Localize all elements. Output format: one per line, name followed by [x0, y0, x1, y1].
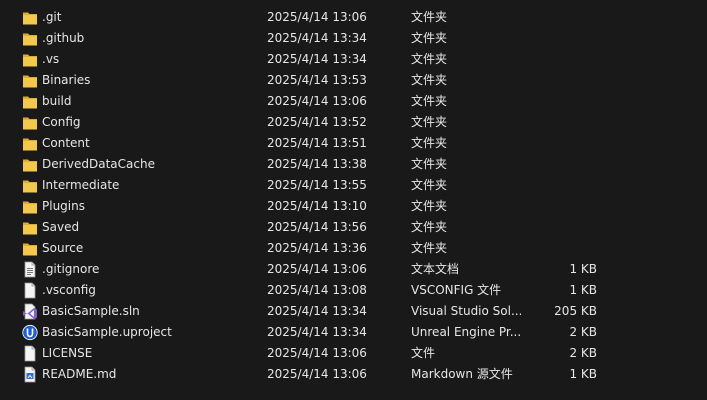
- file-list: .git 2025/4/14 13:06 文件夹 .github 2025/4/14 1…: [0, 7, 707, 385]
- file-type: 文本文档: [411, 262, 460, 276]
- text-file-icon: [22, 261, 38, 278]
- file-size: 2 KB: [569, 325, 597, 339]
- file-name: LICENSE: [42, 346, 93, 360]
- file-row[interactable]: Config 2025/4/14 13:52 文件夹: [0, 112, 707, 133]
- file-size: 205 KB: [554, 304, 597, 318]
- file-type: 文件夹: [411, 115, 448, 129]
- folder-icon: [22, 114, 38, 131]
- file-name: Source: [42, 241, 84, 255]
- file-name: .vsconfig: [42, 283, 96, 297]
- file-modified-date: 2025/4/14 13:08: [267, 283, 367, 297]
- file-row[interactable]: Plugins 2025/4/14 13:10 文件夹: [0, 196, 707, 217]
- file-type: 文件夹: [411, 10, 448, 24]
- file-row[interactable]: LICENSE 2025/4/14 13:06 文件 2 KB: [0, 343, 707, 364]
- folder-icon: [22, 198, 38, 215]
- file-name: .git: [42, 10, 62, 24]
- file-type: 文件夹: [411, 52, 448, 66]
- file-modified-date: 2025/4/14 13:06: [267, 346, 367, 360]
- folder-icon: [22, 51, 38, 68]
- file-type: 文件夹: [411, 157, 448, 171]
- file-modified-date: 2025/4/14 13:06: [267, 10, 367, 24]
- file-modified-date: 2025/4/14 13:51: [267, 136, 367, 150]
- file-type: Unreal Engine Pr...: [411, 325, 521, 339]
- file-modified-date: 2025/4/14 13:38: [267, 157, 367, 171]
- file-size: 1 KB: [569, 283, 597, 297]
- file-size: 1 KB: [569, 367, 597, 381]
- file-name: .vs: [42, 52, 60, 66]
- file-modified-date: 2025/4/14 13:56: [267, 220, 367, 234]
- file-modified-date: 2025/4/14 13:06: [267, 262, 367, 276]
- file-modified-date: 2025/4/14 13:36: [267, 241, 367, 255]
- file-type: 文件夹: [411, 178, 448, 192]
- file-row[interactable]: BasicSample.uproject 2025/4/14 13:34 Unrea…: [0, 322, 707, 343]
- file-modified-date: 2025/4/14 13:10: [267, 199, 367, 213]
- file-row[interactable]: Intermediate 2025/4/14 13:55 文件夹: [0, 175, 707, 196]
- file-row[interactable]: .git 2025/4/14 13:06 文件夹: [0, 7, 707, 28]
- file-name: BasicSample.sln: [42, 304, 140, 318]
- visual-studio-solution-icon: [22, 303, 38, 320]
- file-type: 文件夹: [411, 94, 448, 108]
- file-name: README.md: [42, 367, 117, 381]
- file-type: Markdown 源文件: [411, 367, 513, 381]
- file-name: Binaries: [42, 73, 91, 87]
- file-modified-date: 2025/4/14 13:53: [267, 73, 367, 87]
- file-row[interactable]: .gitignore 2025/4/14 13:06 文本文档 1 KB: [0, 259, 707, 280]
- file-name: .github: [42, 31, 85, 45]
- file-type: 文件夹: [411, 199, 448, 213]
- generic-file-icon: [22, 282, 38, 299]
- file-modified-date: 2025/4/14 13:52: [267, 115, 367, 129]
- folder-icon: [22, 219, 38, 236]
- unreal-project-icon: [22, 324, 38, 341]
- file-row[interactable]: DerivedDataCache 2025/4/14 13:38 文件夹: [0, 154, 707, 175]
- file-modified-date: 2025/4/14 13:34: [267, 31, 367, 45]
- file-row[interactable]: .vs 2025/4/14 13:34 文件夹: [0, 49, 707, 70]
- file-row[interactable]: Binaries 2025/4/14 13:53 文件夹: [0, 70, 707, 91]
- folder-icon: [22, 30, 38, 47]
- file-type: Visual Studio Sol...: [411, 304, 521, 318]
- folder-icon: [22, 240, 38, 257]
- file-name: BasicSample.uproject: [42, 325, 172, 339]
- file-size: 2 KB: [569, 346, 597, 360]
- file-modified-date: 2025/4/14 13:55: [267, 178, 367, 192]
- folder-icon: [22, 72, 38, 89]
- file-type: 文件夹: [411, 220, 448, 234]
- file-row[interactable]: .github 2025/4/14 13:34 文件夹: [0, 28, 707, 49]
- file-modified-date: 2025/4/14 13:34: [267, 52, 367, 66]
- file-type: 文件: [411, 346, 436, 360]
- folder-icon: [22, 177, 38, 194]
- markdown-file-icon: [22, 366, 38, 383]
- file-row[interactable]: build 2025/4/14 13:06 文件夹: [0, 91, 707, 112]
- file-row[interactable]: .vsconfig 2025/4/14 13:08 VSCONFIG 文件 1 KB: [0, 280, 707, 301]
- file-type: 文件夹: [411, 136, 448, 150]
- file-row[interactable]: Content 2025/4/14 13:51 文件夹: [0, 133, 707, 154]
- file-name: .gitignore: [42, 262, 100, 276]
- file-row[interactable]: README.md 2025/4/14 13:06 Markdown 源文件 1 KB: [0, 364, 707, 385]
- file-type: 文件夹: [411, 31, 448, 45]
- file-type: VSCONFIG 文件: [411, 283, 502, 297]
- file-type: 文件夹: [411, 241, 448, 255]
- generic-file-icon: [22, 345, 38, 362]
- file-modified-date: 2025/4/14 13:06: [267, 367, 367, 381]
- folder-icon: [22, 135, 38, 152]
- file-modified-date: 2025/4/14 13:06: [267, 94, 367, 108]
- file-name: DerivedDataCache: [42, 157, 155, 171]
- file-row[interactable]: Saved 2025/4/14 13:56 文件夹: [0, 217, 707, 238]
- file-size: 1 KB: [569, 262, 597, 276]
- file-name: Content: [42, 136, 90, 150]
- file-row[interactable]: BasicSample.sln 2025/4/14 13:34 Visual Stu…: [0, 301, 707, 322]
- file-type: 文件夹: [411, 73, 448, 87]
- file-modified-date: 2025/4/14 13:34: [267, 304, 367, 318]
- file-name: build: [42, 94, 72, 108]
- file-name: Plugins: [42, 199, 85, 213]
- file-modified-date: 2025/4/14 13:34: [267, 325, 367, 339]
- file-name: Config: [42, 115, 81, 129]
- folder-icon: [22, 9, 38, 26]
- file-name: Intermediate: [42, 178, 120, 192]
- folder-icon: [22, 156, 38, 173]
- file-row[interactable]: Source 2025/4/14 13:36 文件夹: [0, 238, 707, 259]
- file-name: Saved: [42, 220, 80, 234]
- folder-icon: [22, 93, 38, 110]
